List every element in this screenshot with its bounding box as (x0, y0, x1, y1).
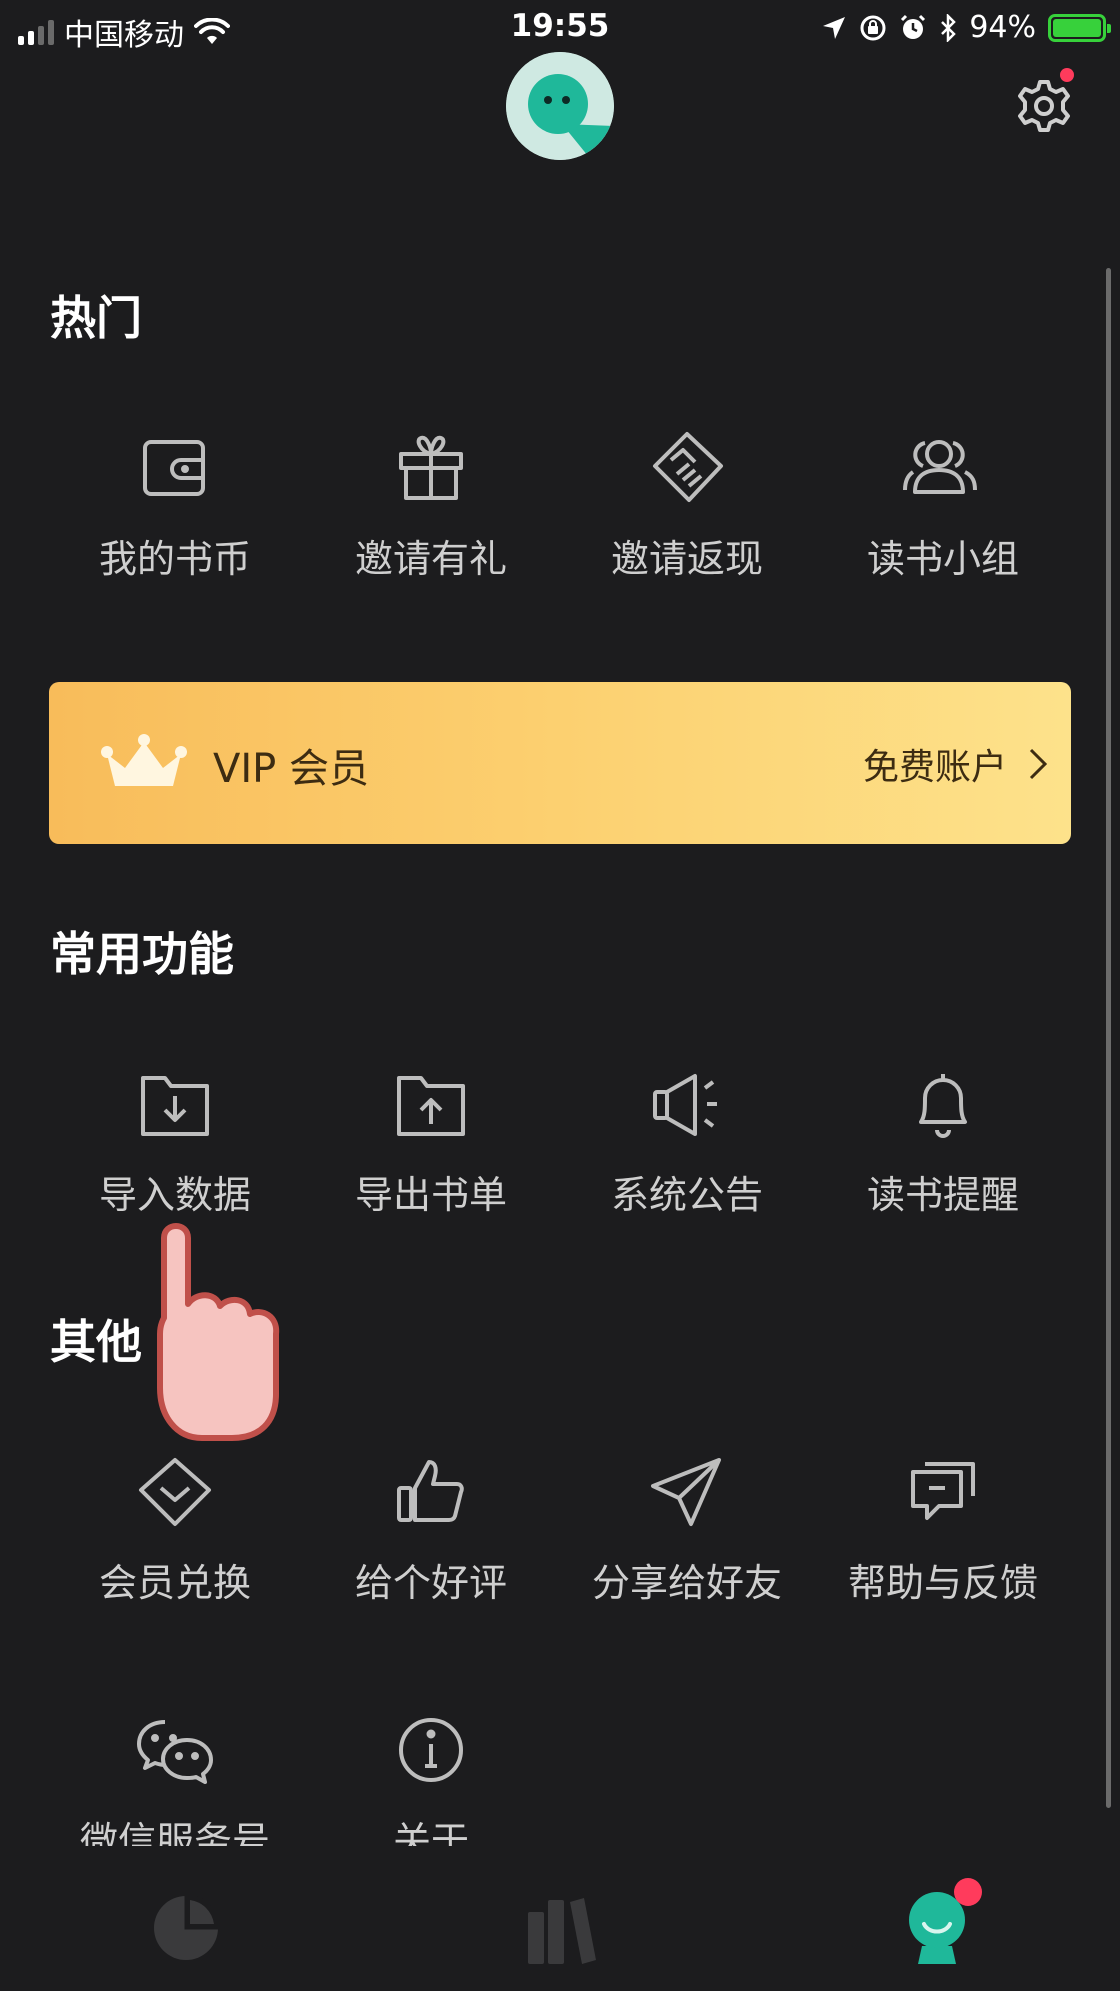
grid-item-label: 给个好评 (354, 1561, 507, 1605)
touch-pointer-hand-icon (157, 1223, 280, 1441)
settings-badge-dot (1060, 68, 1074, 82)
battery-percentage: 94% (969, 10, 1036, 45)
grid-item-label: 会员兑换 (98, 1561, 251, 1605)
bluetooth-icon (941, 13, 957, 42)
grid-item-label: 帮助与反馈 (847, 1561, 1038, 1605)
grid-item-invite-gift[interactable]: 邀请有礼 (303, 428, 559, 583)
diamond-icon (139, 1458, 211, 1526)
bookshelf-icon (528, 1898, 596, 1964)
gear-icon (1018, 80, 1070, 132)
grid-item-label: 读书提醒 (866, 1173, 1019, 1217)
orientation-lock-icon (860, 15, 886, 40)
handshake-icon (653, 432, 723, 502)
gift-icon (399, 435, 463, 500)
grid-item-about[interactable]: 关于 (303, 1710, 559, 1865)
wallet-icon (143, 440, 205, 496)
section-title-other: 其他 (50, 1315, 142, 1369)
bell-icon (919, 1074, 967, 1138)
grid-item-label: 邀请有礼 (354, 537, 507, 581)
feedback-icon (911, 1462, 975, 1520)
bottom-tab-bar (0, 1846, 1120, 1991)
chevron-right-icon (1029, 748, 1048, 780)
status-bar: 中国移动 19:55 94% (0, 0, 1120, 58)
section-title-hot: 热门 (50, 291, 142, 345)
grid-item-label: 读书小组 (866, 537, 1019, 581)
vip-account-status: 免费账户 (862, 747, 1007, 788)
thumbs-up-icon (397, 1460, 464, 1522)
profile-badge-dot (954, 1878, 982, 1906)
tab-bookshelf[interactable] (526, 1892, 596, 1966)
avatar-mascot-icon (506, 52, 614, 160)
battery-icon (1048, 13, 1111, 42)
grid-item-label: 邀请返现 (610, 537, 763, 581)
alarm-icon (901, 14, 926, 39)
user-avatar[interactable] (506, 52, 614, 160)
grid-item-help-feedback[interactable]: 帮助与反馈 (815, 1452, 1071, 1607)
pie-chart-icon (154, 1894, 220, 1960)
grid-item-wechat-account[interactable]: 微信服务号 (47, 1710, 303, 1865)
info-icon (399, 1718, 463, 1782)
vip-banner[interactable]: VIP 会员 免费账户 (49, 682, 1071, 844)
scrollbar[interactable] (1106, 268, 1111, 1808)
crown-icon (101, 734, 187, 786)
grid-item-label: 导出书单 (354, 1173, 507, 1217)
grid-item-share-friends[interactable]: 分享给好友 (559, 1452, 815, 1607)
grid-item-reading-reminder[interactable]: 读书提醒 (815, 1064, 1071, 1219)
grid-item-label: 导入数据 (98, 1173, 251, 1217)
location-arrow-icon (823, 16, 846, 39)
grid-item-coins[interactable]: 我的书币 (47, 428, 303, 583)
section-title-common: 常用功能 (50, 927, 234, 981)
paper-plane-icon (651, 1458, 721, 1526)
wechat-icon (137, 1720, 213, 1784)
grid-item-announcements[interactable]: 系统公告 (559, 1064, 815, 1219)
megaphone-icon (653, 1074, 717, 1136)
tab-profile[interactable] (904, 1878, 982, 1966)
grid-item-export-list[interactable]: 导出书单 (303, 1064, 559, 1219)
grid-item-redeem-vip[interactable]: 会员兑换 (47, 1452, 303, 1607)
import-folder-icon (141, 1076, 209, 1136)
grid-item-import-data[interactable]: 导入数据 (47, 1064, 303, 1219)
tab-stats[interactable] (152, 1894, 220, 1962)
vip-title: VIP 会员 (213, 746, 369, 792)
grid-item-label: 系统公告 (610, 1173, 763, 1217)
grid-item-rate-app[interactable]: 给个好评 (303, 1452, 559, 1607)
grid-item-label: 我的书币 (98, 537, 251, 581)
export-folder-icon (397, 1076, 465, 1136)
group-icon (903, 440, 977, 494)
grid-item-invite-cashback[interactable]: 邀请返现 (559, 428, 815, 583)
grid-item-label: 分享给好友 (591, 1561, 782, 1605)
grid-item-reading-group[interactable]: 读书小组 (815, 428, 1071, 583)
settings-button[interactable] (1016, 68, 1074, 134)
